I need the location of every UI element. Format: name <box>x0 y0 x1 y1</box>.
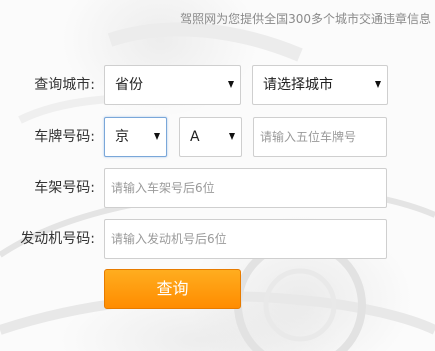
province-select-value: 省份 <box>115 77 143 93</box>
site-tagline: 驾照网为您提供全国300多个城市交通违章信息 <box>180 12 431 26</box>
frame-label: 车架号码: <box>34 180 95 196</box>
frame-row: 车架号码: <box>0 168 435 208</box>
plate-letter-select[interactable]: A <box>179 117 242 157</box>
chevron-down-icon <box>228 81 234 88</box>
chevron-down-icon <box>154 133 160 140</box>
frame-number-field[interactable] <box>104 168 387 208</box>
city-select-value: 请选择城市 <box>263 77 333 93</box>
city-select[interactable]: 请选择城市 <box>252 65 388 105</box>
chevron-down-icon <box>229 133 235 140</box>
engine-number-field[interactable] <box>104 219 387 259</box>
plate-number-field[interactable] <box>253 117 387 157</box>
plate-number-input[interactable] <box>254 118 386 156</box>
engine-number-input[interactable] <box>105 220 386 258</box>
chevron-down-icon <box>375 81 381 88</box>
query-button[interactable]: 查询 <box>104 269 241 309</box>
plate-region-select[interactable]: 京 <box>104 117 167 157</box>
city-label: 查询城市: <box>34 77 95 93</box>
plate-label: 车牌号码: <box>34 129 95 145</box>
plate-region-value: 京 <box>115 129 129 145</box>
city-row: 查询城市: 省份 请选择城市 <box>0 65 435 105</box>
province-select[interactable]: 省份 <box>104 65 241 105</box>
engine-row: 发动机号码: <box>0 219 435 259</box>
plate-letter-value: A <box>190 129 200 145</box>
engine-label: 发动机号码: <box>20 231 95 247</box>
frame-number-input[interactable] <box>105 169 386 207</box>
plate-row: 车牌号码: 京 A <box>0 117 435 157</box>
